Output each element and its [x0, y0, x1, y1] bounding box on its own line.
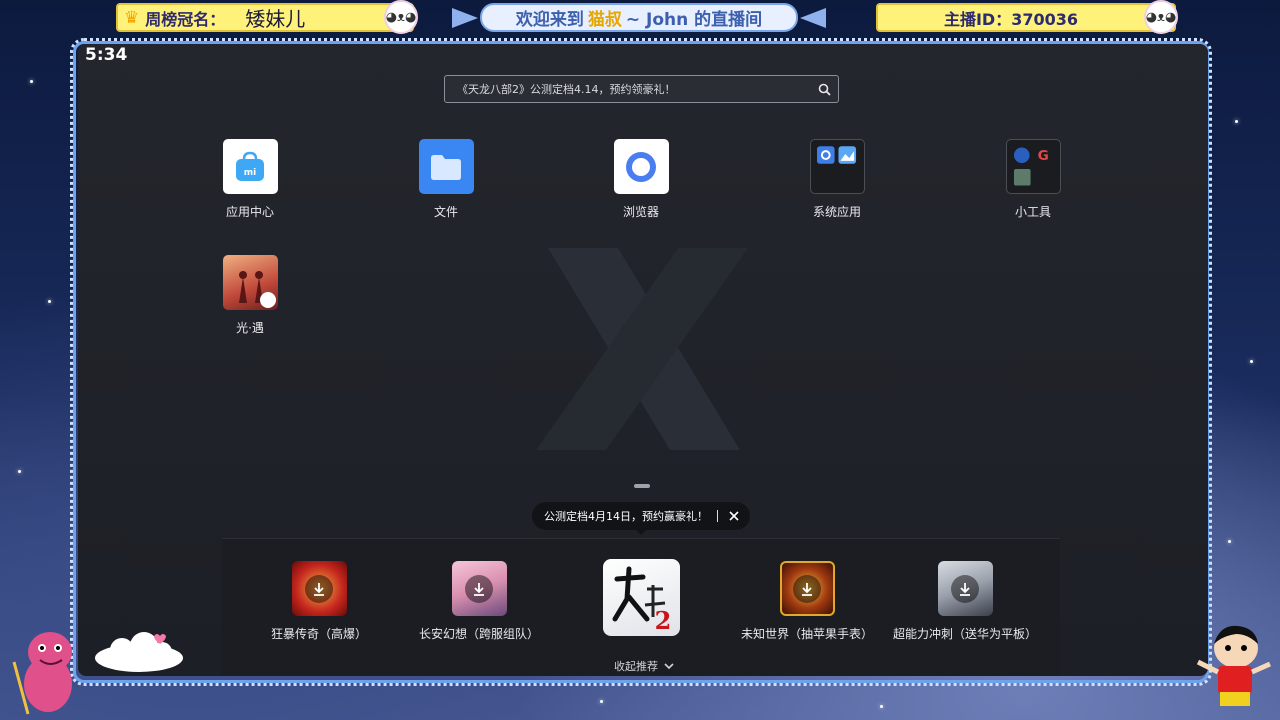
app-files[interactable]: 文件 — [391, 139, 501, 220]
app-label: 系统应用 — [812, 205, 861, 219]
tablet-screen: 5:34 《天龙八部2》公测定档4.14，预约领豪礼！ mi 应用中心 文件 浏… — [78, 44, 1208, 676]
folder-icon — [418, 139, 474, 194]
tooltip-divider — [717, 510, 718, 522]
rec-label: 超能力冲刺（送华为平板） — [892, 627, 1037, 641]
ribbon-left-icon — [452, 8, 478, 28]
welcome-banner: 欢迎来到 猫叔 ~ John 的直播间 — [480, 3, 798, 32]
welcome-highlight: 猫叔 — [587, 10, 622, 30]
host-id-banner: 主播ID：370036 — [876, 3, 1176, 32]
wallpaper-x-logo — [536, 248, 748, 450]
welcome-prefix: 欢迎来到 — [515, 10, 584, 30]
page-indicator[interactable] — [634, 484, 650, 488]
search-bar[interactable]: 《天龙八部2》公测定档4.14，预约领豪礼！ — [444, 75, 839, 103]
close-icon[interactable] — [724, 506, 744, 526]
rec-label: 未知世界（抽苹果手表） — [740, 627, 873, 641]
recommendation-panel: 狂暴传奇（高爆） 长安幻想（跨服组队） 2 未知世界（抽苹果手表） 超能力冲刺（… — [222, 538, 1060, 676]
svg-text:G: G — [1037, 148, 1048, 164]
rec-app-kuangbao[interactable]: 狂暴传奇（高爆） — [244, 561, 394, 642]
status-clock: 5:34 — [85, 45, 128, 65]
download-icon — [465, 574, 493, 603]
app-app-center[interactable]: mi 应用中心 — [195, 139, 305, 220]
collapse-recommendations-button[interactable]: 收起推荐 — [614, 658, 674, 674]
crown-icon: ♛ — [124, 7, 140, 28]
tooltip-arrow — [635, 529, 647, 535]
svg-text:2: 2 — [654, 606, 671, 635]
cartoon-boy-mascot-icon — [1196, 625, 1272, 706]
chaoneng-game-icon — [937, 561, 993, 616]
rec-app-changan[interactable]: 长安幻想（跨服组队） — [404, 561, 554, 642]
app-sky[interactable]: 光·遇 — [195, 255, 305, 336]
sky-game-icon — [222, 255, 278, 310]
promo-tooltip[interactable]: 公测定档4月14日，预约赢豪礼！ — [532, 502, 750, 530]
tooltip-text: 公测定档4月14日，预约赢豪礼！ — [544, 510, 708, 523]
svg-text:mi: mi — [244, 168, 256, 178]
app-label: 小工具 — [1014, 205, 1051, 219]
download-icon — [305, 574, 333, 603]
app-label: 文件 — [433, 205, 458, 219]
app-label: 浏览器 — [622, 205, 659, 219]
chevron-down-icon — [664, 660, 674, 673]
pink-dino-mascot-icon — [12, 632, 72, 715]
rec-label: 狂暴传奇（高爆） — [270, 627, 367, 641]
ribbon-right-icon — [800, 8, 826, 28]
tools-folder-icon: G — [1005, 139, 1061, 194]
rec-app-weizhi[interactable]: 未知世界（抽苹果手表） — [732, 561, 882, 642]
host-id: 主播ID：370036 — [943, 9, 1079, 29]
browser-icon — [613, 139, 669, 194]
system-apps-folder-icon — [809, 139, 865, 194]
app-center-icon: mi — [222, 139, 278, 194]
app-label: 光·遇 — [236, 321, 264, 335]
app-label: 应用中心 — [225, 205, 274, 219]
download-icon — [793, 574, 821, 603]
rec-label: 长安幻想（跨服组队） — [418, 627, 539, 641]
search-icon[interactable] — [810, 75, 838, 103]
download-icon — [951, 574, 979, 603]
cloud-heart-icon — [95, 632, 183, 672]
changan-game-icon — [451, 561, 507, 616]
app-browser[interactable]: 浏览器 — [586, 139, 696, 220]
tianlong-2-icon: 2 — [602, 559, 680, 636]
cat-face-icon: ◕ᴥ◕ — [1144, 0, 1178, 34]
collapse-label: 收起推荐 — [614, 660, 658, 673]
search-input[interactable]: 《天龙八部2》公测定档4.14，预约领豪礼！ — [457, 81, 810, 97]
rank-label: 周榜冠名： — [145, 9, 226, 29]
rank-name: 矮妹儿 — [245, 7, 306, 31]
rec-app-chaoneng[interactable]: 超能力冲刺（送华为平板） — [890, 561, 1040, 642]
rank-banner: ♛ 周榜冠名： 矮妹儿 — [116, 3, 414, 32]
app-tools[interactable]: G 小工具 — [978, 139, 1088, 220]
rec-app-tianlong[interactable]: 2 — [566, 559, 716, 636]
weizhi-game-icon — [779, 561, 835, 616]
welcome-suffix: ~ John 的直播间 — [625, 10, 763, 30]
kuangbao-game-icon — [291, 561, 347, 616]
cat-face-icon: ◕ᴥ◕ — [384, 0, 418, 34]
app-system-apps[interactable]: 系统应用 — [782, 139, 892, 220]
